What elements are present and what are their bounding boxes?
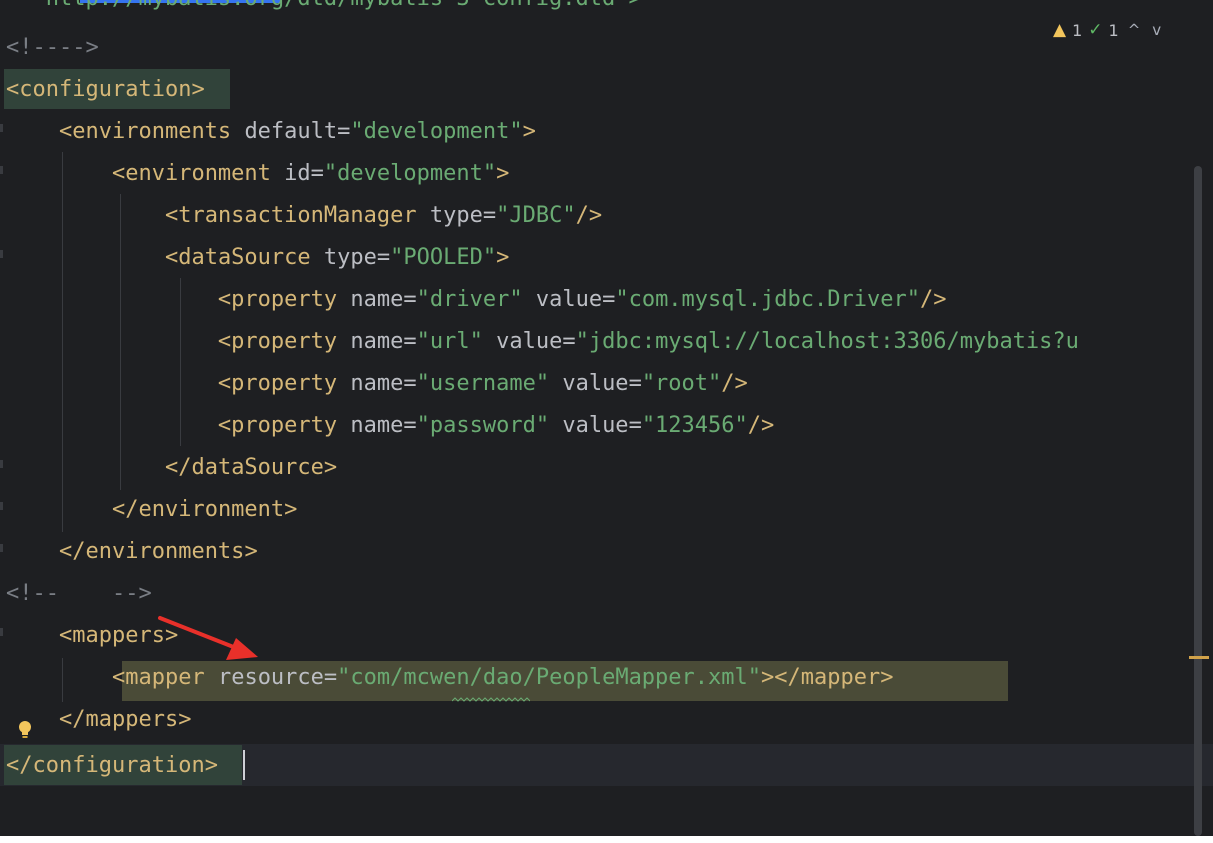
red-arrow-annotation <box>158 616 258 660</box>
code-editor[interactable]: "http://mybatis.org/dtd/mybatis-3-config… <box>0 0 1213 836</box>
